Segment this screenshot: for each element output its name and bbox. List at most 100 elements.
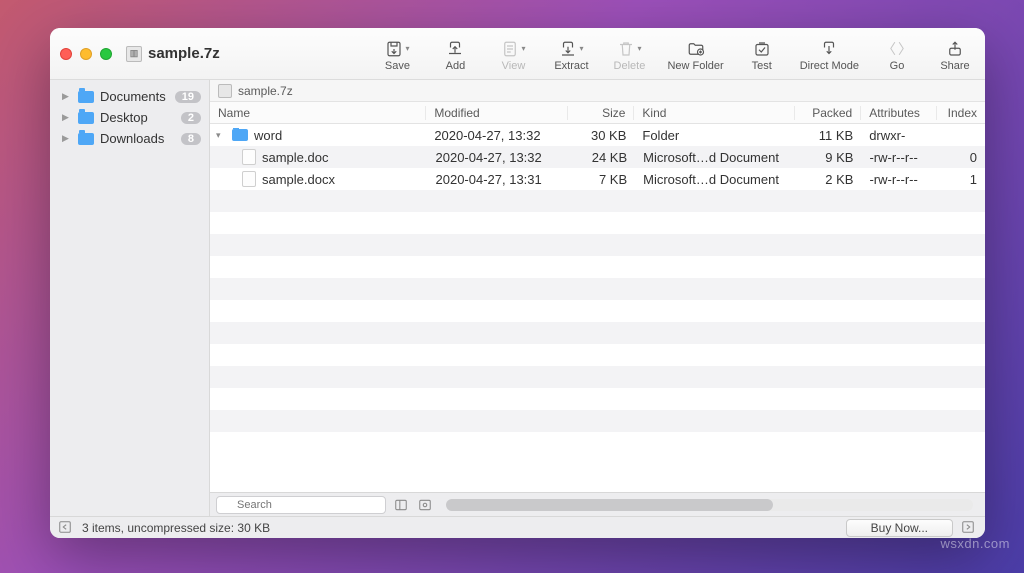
- sidebar: ▶ Documents 19 ▶ Desktop 2 ▶ Downloads 8: [50, 80, 210, 516]
- column-header-name[interactable]: Name: [210, 106, 426, 120]
- new-folder-icon: [686, 40, 706, 58]
- close-window-button[interactable]: [60, 48, 72, 60]
- save-button[interactable]: ▾ Save: [377, 40, 417, 72]
- toolbar-label: Test: [752, 60, 772, 72]
- column-header-packed[interactable]: Packed: [795, 106, 862, 120]
- cell-kind: Microsoft…d Document: [635, 172, 795, 187]
- folder-icon: [78, 112, 94, 124]
- collapse-left-icon[interactable]: [58, 520, 74, 536]
- sidebar-toggle-icon[interactable]: [392, 496, 410, 514]
- sidebar-item-downloads[interactable]: ▶ Downloads 8: [50, 128, 209, 149]
- chevron-right-icon: ▶: [62, 112, 72, 123]
- delete-button[interactable]: ▾ Delete: [609, 40, 649, 72]
- window-title-text: sample.7z: [148, 45, 220, 62]
- collapse-right-icon[interactable]: [961, 520, 977, 536]
- chevron-right-icon: ▶: [62, 91, 72, 102]
- trash-icon: [617, 40, 635, 58]
- cell-modified: 2020-04-27, 13:32: [426, 128, 568, 143]
- main-panel: sample.7z Name Modified Size Kind Packed…: [210, 80, 985, 516]
- toolbar-label: View: [502, 60, 526, 72]
- share-icon: [946, 40, 964, 58]
- toolbar-label: Go: [890, 60, 905, 72]
- search-input[interactable]: [216, 496, 386, 514]
- archive-icon: [218, 84, 232, 98]
- app-window: ▥ sample.7z ▾ Save Add ▾: [50, 28, 985, 538]
- go-button[interactable]: 〈 〉 Go: [877, 40, 917, 72]
- cell-attributes: drwxr-: [861, 128, 937, 143]
- sidebar-item-label: Documents: [100, 89, 166, 104]
- archive-icon: ▥: [126, 46, 142, 62]
- toolbar-label: Direct Mode: [800, 60, 859, 72]
- view-icon: [501, 40, 519, 58]
- status-text: 3 items, uncompressed size: 30 KB: [82, 521, 270, 535]
- cell-index: 1: [937, 172, 985, 187]
- minimize-window-button[interactable]: [80, 48, 92, 60]
- table-header: Name Modified Size Kind Packed Attribute…: [210, 102, 985, 124]
- new-folder-button[interactable]: New Folder: [667, 40, 723, 72]
- toolbar-label: Add: [446, 60, 466, 72]
- folder-icon: [232, 129, 248, 141]
- chevron-down-icon: ▾: [579, 44, 583, 53]
- toolbar: ▾ Save Add ▾ View ▾: [377, 36, 975, 72]
- save-icon: [385, 40, 403, 58]
- cell-size: 7 KB: [569, 172, 635, 187]
- cell-kind: Folder: [634, 128, 794, 143]
- cell-packed: 9 KB: [795, 150, 861, 165]
- toolbar-label: Share: [940, 60, 969, 72]
- buy-now-button[interactable]: Buy Now...: [846, 519, 953, 537]
- watermark-text: wsxdn.com: [940, 536, 1010, 551]
- extract-icon: [559, 40, 577, 58]
- status-bar: 3 items, uncompressed size: 30 KB Buy No…: [50, 516, 985, 538]
- column-header-attributes[interactable]: Attributes: [861, 106, 937, 120]
- column-header-index[interactable]: Index: [937, 106, 985, 120]
- add-button[interactable]: Add: [435, 40, 475, 72]
- document-icon: [242, 149, 256, 165]
- column-header-modified[interactable]: Modified: [426, 106, 567, 120]
- test-icon: [753, 40, 771, 58]
- table-row[interactable]: ▾ word 2020-04-27, 13:32 30 KB Folder 11…: [210, 124, 985, 146]
- add-icon: [446, 40, 464, 58]
- window-body: ▶ Documents 19 ▶ Desktop 2 ▶ Downloads 8: [50, 80, 985, 516]
- breadcrumb[interactable]: sample.7z: [210, 80, 985, 102]
- document-icon: [242, 171, 256, 187]
- go-forward-icon[interactable]: 〉: [898, 39, 912, 59]
- count-badge: 2: [181, 112, 201, 124]
- window-controls: [60, 48, 112, 60]
- toolbar-label: Save: [385, 60, 410, 72]
- extract-button[interactable]: ▾ Extract: [551, 40, 591, 72]
- share-button[interactable]: Share: [935, 40, 975, 72]
- chevron-down-icon[interactable]: ▾: [216, 130, 226, 141]
- file-table: Name Modified Size Kind Packed Attribute…: [210, 102, 985, 492]
- folder-icon: [78, 133, 94, 145]
- zoom-window-button[interactable]: [100, 48, 112, 60]
- table-row[interactable]: sample.docx 2020-04-27, 13:31 7 KB Micro…: [210, 168, 985, 190]
- cell-name: sample.docx: [262, 172, 335, 187]
- chevron-down-icon: ▾: [405, 44, 409, 53]
- go-back-icon[interactable]: 〈: [882, 39, 896, 59]
- folder-icon: [78, 91, 94, 103]
- horizontal-scrollbar[interactable]: [446, 499, 973, 511]
- titlebar: ▥ sample.7z ▾ Save Add ▾: [50, 28, 985, 80]
- test-button[interactable]: Test: [742, 40, 782, 72]
- search-bar: [210, 492, 985, 516]
- sidebar-item-documents[interactable]: ▶ Documents 19: [50, 86, 209, 107]
- scrollbar-thumb[interactable]: [446, 499, 773, 511]
- column-header-kind[interactable]: Kind: [634, 106, 794, 120]
- breadcrumb-label: sample.7z: [238, 84, 293, 98]
- view-button[interactable]: ▾ View: [493, 40, 533, 72]
- table-body: ▾ word 2020-04-27, 13:32 30 KB Folder 11…: [210, 124, 985, 492]
- chevron-down-icon: ▾: [637, 44, 641, 53]
- column-header-size[interactable]: Size: [568, 106, 635, 120]
- table-row[interactable]: sample.doc 2020-04-27, 13:32 24 KB Micro…: [210, 146, 985, 168]
- cell-name: word: [254, 128, 282, 143]
- cell-kind: Microsoft…d Document: [635, 150, 795, 165]
- chevron-down-icon: ▾: [521, 44, 525, 53]
- toolbar-label: Delete: [614, 60, 646, 72]
- direct-mode-button[interactable]: Direct Mode: [800, 40, 859, 72]
- preview-toggle-icon[interactable]: [416, 496, 434, 514]
- direct-mode-icon: [820, 40, 838, 58]
- cell-attributes: -rw-r--r--: [861, 172, 937, 187]
- cell-modified: 2020-04-27, 13:31: [428, 172, 569, 187]
- toolbar-label: New Folder: [667, 60, 723, 72]
- sidebar-item-desktop[interactable]: ▶ Desktop 2: [50, 107, 209, 128]
